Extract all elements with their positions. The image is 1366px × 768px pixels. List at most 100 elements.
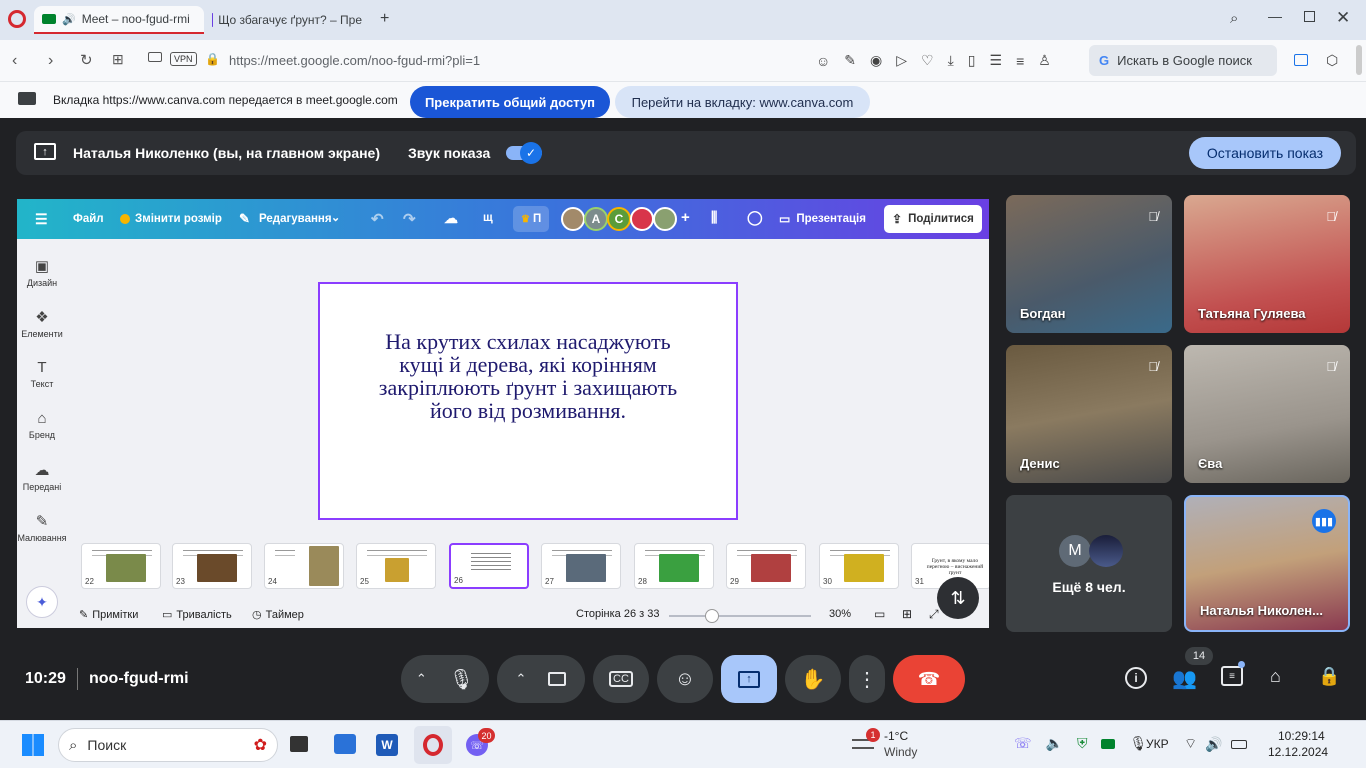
weather-desc[interactable]: Windy <box>884 745 917 759</box>
avatar[interactable]: C <box>607 207 631 231</box>
forward-icon[interactable]: › <box>48 52 53 70</box>
avatar[interactable] <box>561 207 585 231</box>
slide-thumbnail[interactable]: 28 <box>634 543 714 589</box>
player-icon[interactable]: ▷ <box>896 52 907 69</box>
sidebar-icon[interactable]: ▯ <box>968 52 976 69</box>
canva-present-button[interactable]: ▭ Презентація <box>779 206 866 232</box>
participant-tile[interactable]: 🎙̸ Єва <box>1184 345 1350 483</box>
slide-thumbnail[interactable]: 22 <box>81 543 161 589</box>
fullscreen-icon[interactable]: ⤢ <box>929 607 939 622</box>
redo-icon[interactable]: ↷ <box>403 210 416 228</box>
avatar[interactable] <box>630 207 654 231</box>
canva-file-menu[interactable]: Файл <box>73 213 104 225</box>
menu-icon[interactable]: ☰ <box>990 52 1003 69</box>
url-field[interactable]: https://meet.google.com/noo-fgud-rmi?pli… <box>229 53 480 68</box>
reactions-button[interactable]: ☺ <box>657 655 713 703</box>
task-view-icon[interactable] <box>290 736 308 752</box>
canva-pro-button[interactable]: ♛ П <box>513 206 550 232</box>
clock-date[interactable]: 12.12.2024 <box>1268 745 1328 759</box>
chevron-up-icon[interactable]: ⌃ <box>416 671 427 687</box>
language-indicator[interactable]: УКР <box>1146 737 1169 751</box>
side-item-uploads[interactable]: ☁ Передані <box>17 461 67 492</box>
slide-thumbnail[interactable]: 27 <box>541 543 621 589</box>
download-icon[interactable]: ⤓ <box>948 52 954 69</box>
slide-thumbnail[interactable]: 23 <box>172 543 252 589</box>
slide-thumbnail[interactable]: 30 <box>819 543 899 589</box>
goto-tab-button[interactable]: Перейти на вкладку: www.canva.com <box>615 86 870 118</box>
word-icon[interactable]: W <box>376 734 398 756</box>
chat-icon[interactable]: ≡ <box>1221 666 1243 686</box>
duration-button[interactable]: ▭ Тривалість <box>162 608 232 622</box>
side-item-draw[interactable]: ✎ Малювання <box>17 512 67 543</box>
more-participants-tile[interactable]: M Ещё 8 чел. <box>1006 495 1172 632</box>
timer-button[interactable]: ◷ Таймер <box>252 608 304 622</box>
back-icon[interactable]: ‹ <box>12 52 17 70</box>
restore-icon[interactable] <box>1304 11 1315 22</box>
shared-canva-screen[interactable]: ☰ Файл Змінити розмір ✎ Редагування ⌄ ↶ … <box>17 199 989 628</box>
wallet-icon[interactable] <box>1294 54 1308 66</box>
side-item-design[interactable]: ▣ Дизайн <box>17 257 67 288</box>
easy-setup-icon[interactable]: ≡ <box>1016 53 1024 69</box>
meet-tray-icon[interactable] <box>1101 738 1116 749</box>
info-icon[interactable]: i <box>1125 667 1147 689</box>
slide-thumbnail[interactable]: 25 <box>356 543 436 589</box>
magic-icon[interactable]: ✦ <box>26 586 58 618</box>
network-volume-battery[interactable]: ⌔ 🔊 <box>1184 735 1247 753</box>
mic-tray-icon[interactable]: 🎙 <box>1129 735 1147 752</box>
leave-call-button[interactable]: ☎ <box>893 655 965 703</box>
canva-share-button[interactable]: ⇪ Поділитися <box>884 205 982 233</box>
minimize-icon[interactable]: — <box>1268 8 1282 24</box>
chevron-up-icon[interactable]: ⌃ <box>516 671 527 687</box>
reload-icon[interactable]: ↻ <box>80 51 93 69</box>
mic-icon[interactable]: 🎙 <box>449 667 474 692</box>
notes-button[interactable]: ✎ Примітки <box>79 608 138 622</box>
start-icon[interactable] <box>22 734 44 756</box>
activities-icon[interactable]: ⌂ <box>1270 666 1281 687</box>
slide-thumbnail[interactable]: 24 <box>264 543 344 589</box>
analytics-icon[interactable]: ⫼ <box>711 209 717 226</box>
host-controls-icon[interactable]: 🔒 <box>1318 666 1340 687</box>
captions-button[interactable]: CC <box>593 655 649 703</box>
zoom-slider[interactable] <box>669 609 811 623</box>
store-icon[interactable] <box>334 734 356 754</box>
camera-icon[interactable] <box>548 672 567 686</box>
viber-tray-icon[interactable]: ☏ <box>1014 735 1032 752</box>
scrollbar[interactable] <box>1356 45 1362 75</box>
more-options-button[interactable]: ⋮ <box>849 655 885 703</box>
side-item-text[interactable]: T Текст <box>17 359 67 389</box>
comment-icon[interactable]: ◯ <box>747 209 763 226</box>
page-view-icon[interactable]: ▭ <box>874 607 885 621</box>
close-window-icon[interactable]: ✕ <box>1336 8 1350 28</box>
expand-arrows-icon[interactable]: ⇅ <box>937 577 979 619</box>
present-button[interactable]: ↑ <box>721 655 777 703</box>
heart-icon[interactable]: ♡ <box>921 52 934 69</box>
search-tabs-icon[interactable]: ⌕ <box>1230 10 1238 27</box>
undo-icon[interactable]: ↶ <box>371 210 384 228</box>
tab-canva[interactable]: Що збагачує ґрунт? – Пре <box>204 6 370 34</box>
weather-temp[interactable]: -1°C <box>884 729 908 743</box>
stop-presenting-button[interactable]: Остановить показ <box>1189 137 1341 169</box>
canva-shortcut[interactable]: щ <box>483 212 493 224</box>
self-tile[interactable]: ▮▮▮ Наталья Николен... <box>1184 495 1350 632</box>
taskbar-search[interactable]: ⌕ Поиск ✿ <box>58 728 278 762</box>
participant-tile[interactable]: 🎙̸ Денис <box>1006 345 1172 483</box>
participant-tile[interactable]: 🎙̸ Богдан <box>1006 195 1172 333</box>
avatar[interactable] <box>653 207 677 231</box>
clock-time[interactable]: 10:29:14 <box>1278 729 1325 743</box>
lock-icon[interactable]: 🔒 <box>205 52 220 66</box>
participant-tile[interactable]: 🎙̸ Татьяна Гуляева <box>1184 195 1350 333</box>
slide-thumbnail[interactable]: 29 <box>726 543 806 589</box>
emoji-icon[interactable]: ☺ <box>816 53 830 69</box>
canva-editing-menu[interactable]: Редагування <box>259 213 332 225</box>
volume-mixer-icon[interactable]: 🔈 <box>1046 735 1063 752</box>
stop-sharing-button[interactable]: Прекратить общий доступ <box>410 86 610 118</box>
google-search-field[interactable]: G Искать в Google поиск <box>1089 45 1277 76</box>
zoom-slider-thumb[interactable] <box>705 609 719 623</box>
vpn-badge[interactable]: VPN <box>170 52 197 66</box>
side-item-brand[interactable]: ⌂ Бренд <box>17 410 67 440</box>
speaker-icon[interactable]: 🔊 <box>62 13 76 26</box>
camera-indicator-icon[interactable] <box>148 52 162 62</box>
security-icon[interactable]: ⛨ <box>1077 735 1088 752</box>
opera-icon[interactable] <box>414 726 452 764</box>
avatar[interactable]: A <box>584 207 608 231</box>
